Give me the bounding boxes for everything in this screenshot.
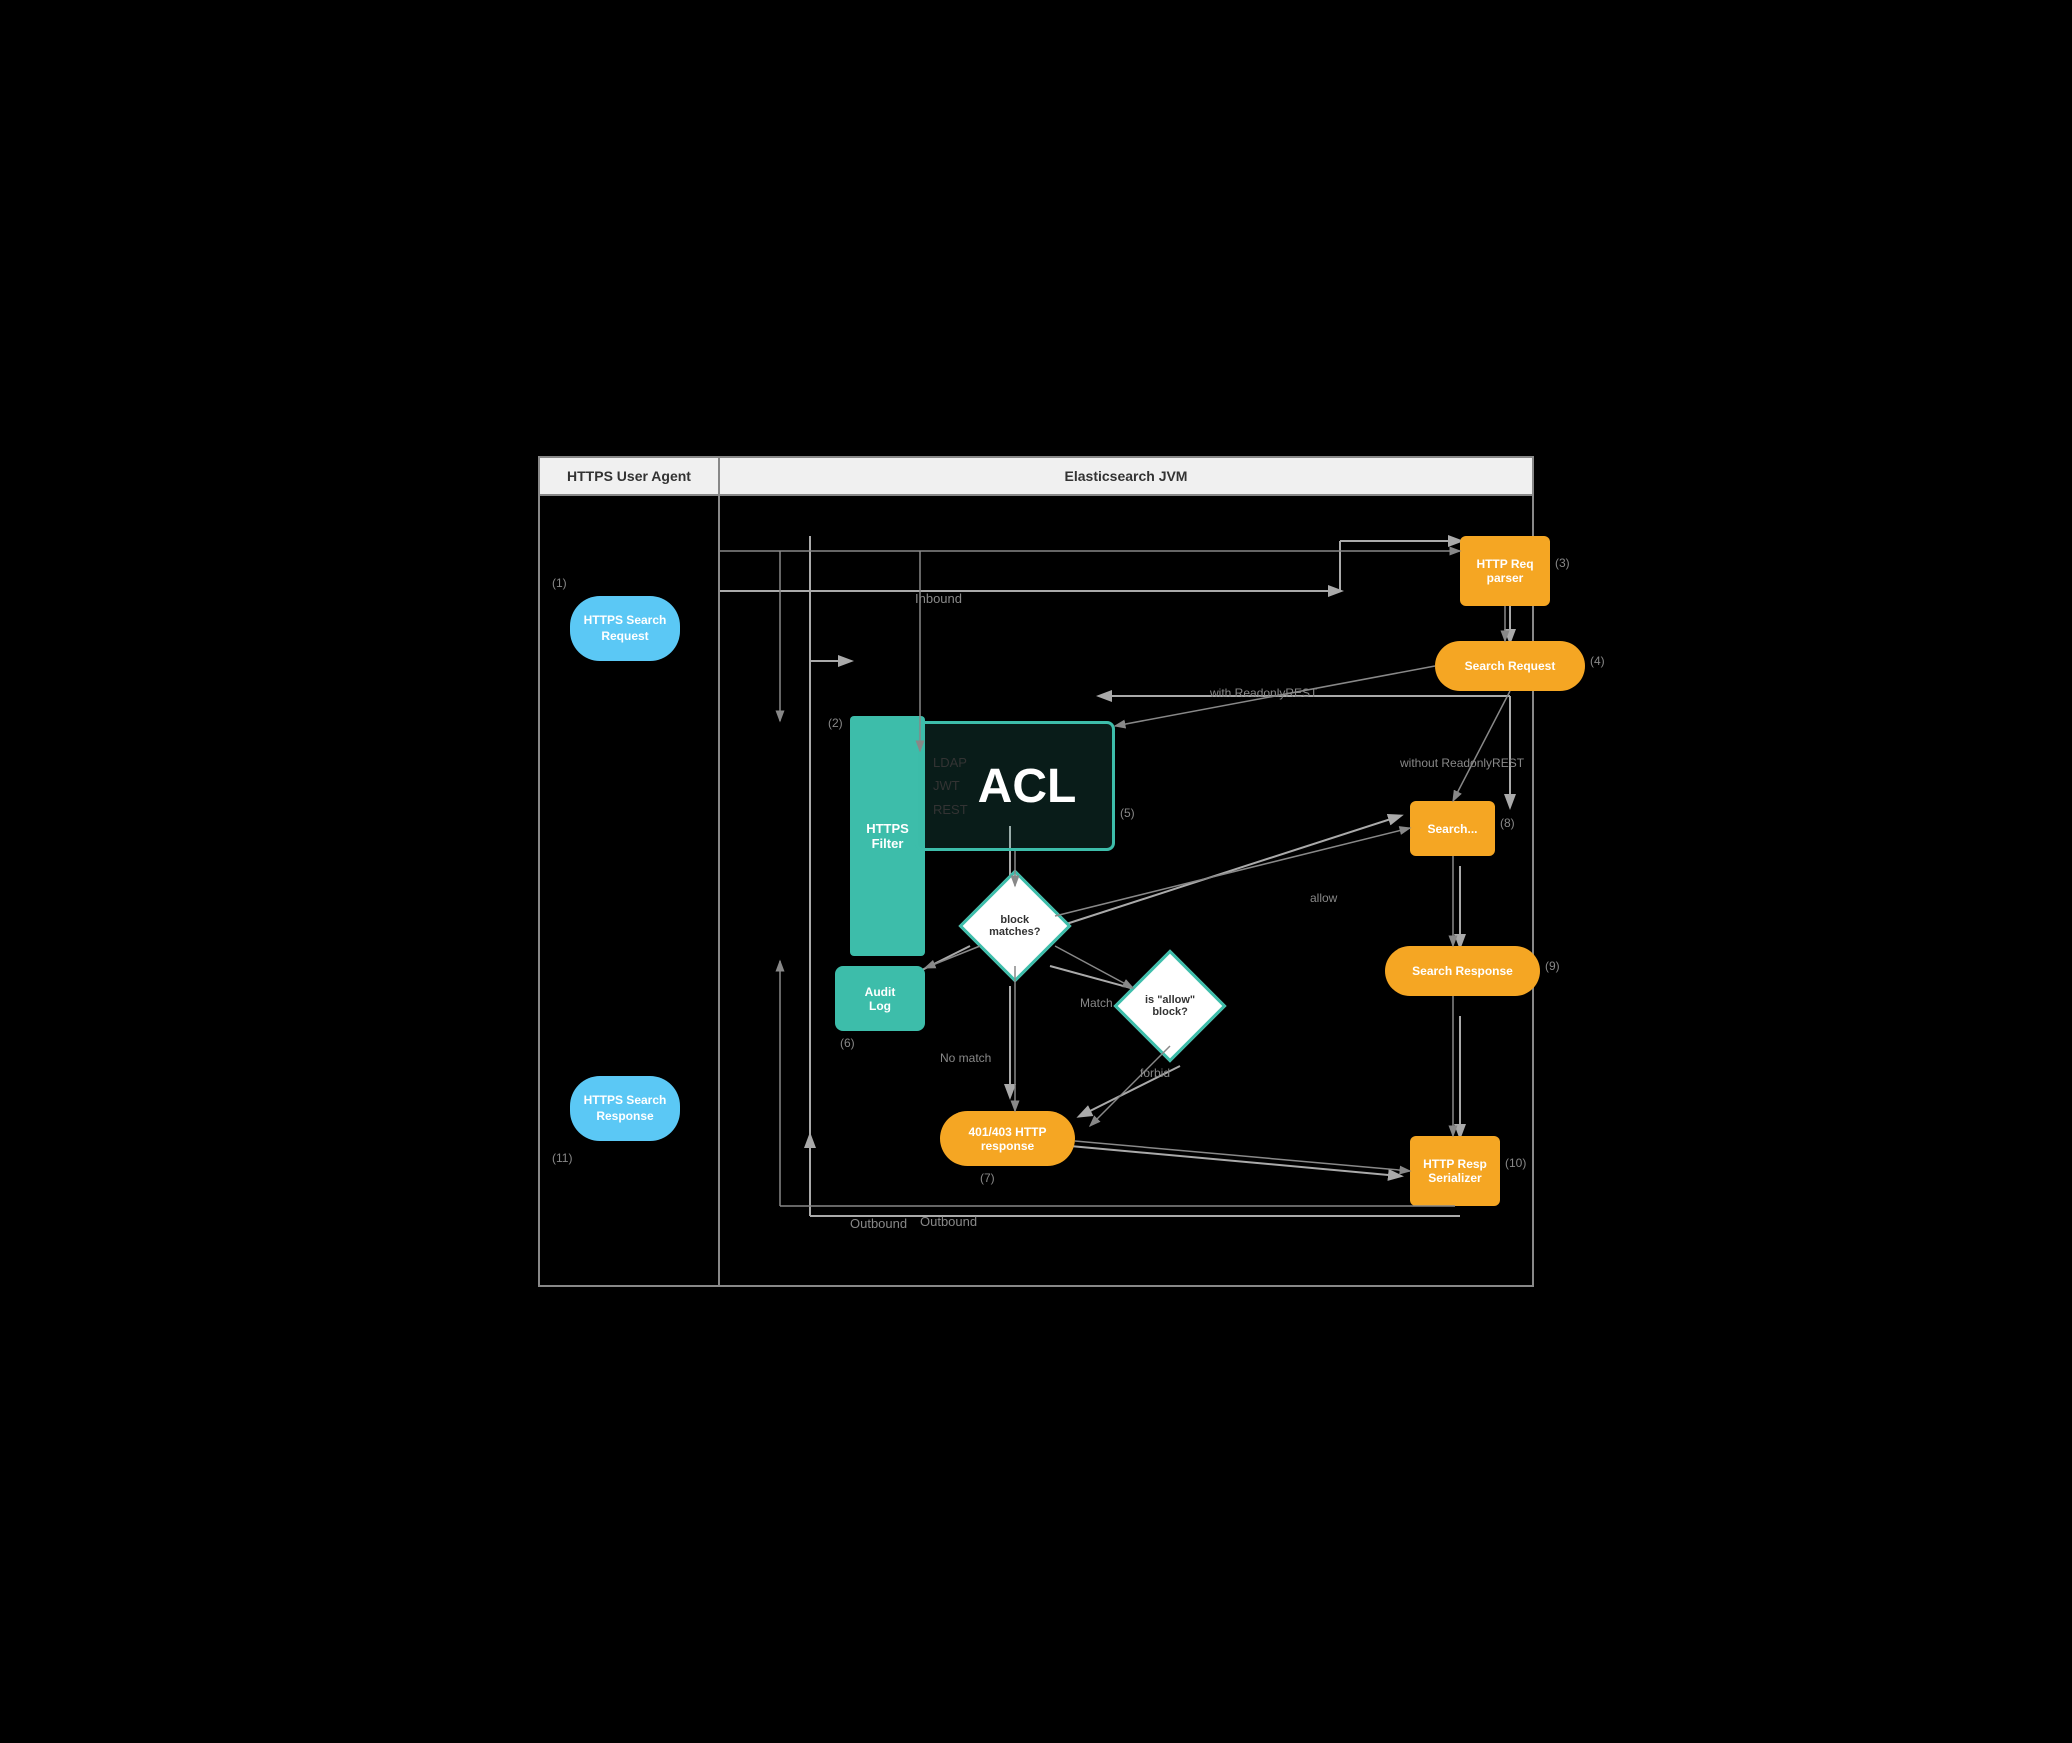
acl-big-label: ACL <box>978 759 1077 814</box>
label-8: (8) <box>1500 816 1515 830</box>
http-req-parser-node: HTTP Reqparser <box>1460 536 1550 606</box>
label-7: (7) <box>980 1171 995 1185</box>
header-left: HTTPS User Agent <box>540 458 720 494</box>
main-box: HTTPS User Agent Elasticsearch JVM HTTPS… <box>538 456 1534 1287</box>
left-panel: HTTPS SearchRequest (1) HTTPS SearchResp… <box>540 496 720 1285</box>
outbound-label-2: Outbound <box>920 1214 977 1229</box>
label-2: (2) <box>828 716 843 730</box>
inbound-label: Inbound <box>915 591 962 606</box>
diagram-container: HTTPS User Agent Elasticsearch JVM HTTPS… <box>518 436 1554 1307</box>
label-10: (10) <box>1505 1156 1526 1170</box>
forbid-label: forbid <box>1140 1066 1170 1080</box>
outbound-label: Outbound <box>850 1216 907 1231</box>
https-filter-node: HTTPSFilter <box>850 716 925 956</box>
label-3: (3) <box>1555 556 1570 570</box>
acl-box: LDAP JWT REST ACL <box>915 721 1115 851</box>
https-search-request-node: HTTPS SearchRequest <box>570 596 680 661</box>
is-allow-block-text: is "allow"block? <box>1145 994 1195 1018</box>
label-11: (11) <box>552 1151 572 1165</box>
search-node: Search... <box>1410 801 1495 856</box>
label-4: (4) <box>1590 654 1605 668</box>
acl-items: LDAP JWT REST <box>933 751 968 821</box>
audit-log-node: AuditLog <box>835 966 925 1031</box>
without-ror-label: without ReadonlyREST <box>1400 756 1524 770</box>
search-response-node: Search Response <box>1385 946 1540 996</box>
label-1: (1) <box>552 576 567 590</box>
match-label: Match <box>1080 996 1113 1010</box>
content-area: HTTPS SearchRequest (1) HTTPS SearchResp… <box>540 496 1532 1285</box>
http-resp-serializer-node: HTTP RespSerializer <box>1410 1136 1500 1206</box>
label-5: (5) <box>1120 806 1135 820</box>
with-ror-label: with ReadonlyREST <box>1210 686 1317 700</box>
label-9: (9) <box>1545 959 1560 973</box>
search-request-node: Search Request <box>1435 641 1585 691</box>
label-6: (6) <box>840 1036 855 1050</box>
is-allow-block-diamond: is "allow"block? <box>1113 949 1226 1062</box>
block-matches-diamond: blockmatches? <box>958 869 1071 982</box>
no-match-label: No match <box>940 1051 991 1065</box>
header-right: Elasticsearch JVM <box>720 458 1532 494</box>
right-panel: HTTPSFilter (2) Inbound Outbound HTTP Re… <box>720 496 1532 1285</box>
https-search-response-node: HTTPS SearchResponse <box>570 1076 680 1141</box>
header-row: HTTPS User Agent Elasticsearch JVM <box>540 458 1532 496</box>
allow-label: allow <box>1310 891 1337 905</box>
block-matches-text: blockmatches? <box>989 914 1040 938</box>
error-response-node: 401/403 HTTPresponse <box>940 1111 1075 1166</box>
